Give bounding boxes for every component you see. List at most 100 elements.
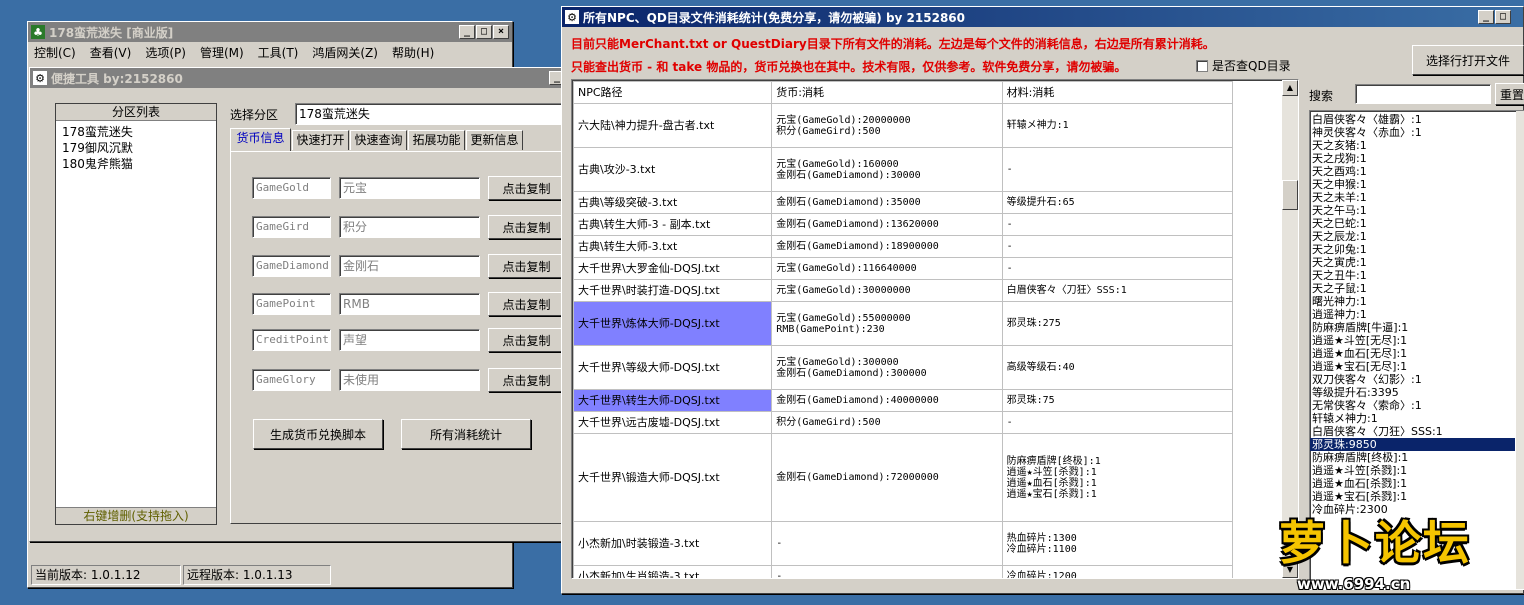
scroll-up-arrow[interactable]: ▲ (1282, 80, 1298, 96)
totals-item[interactable]: 防麻痹盾牌[牛逼]:1 (1310, 321, 1515, 334)
totals-item[interactable]: 天之寅虎:1 (1310, 256, 1515, 269)
totals-item[interactable]: 天之未羊:1 (1310, 191, 1515, 204)
partition-list[interactable]: 178蛮荒迷失 179御风沉默 180鬼斧熊猫 (56, 121, 216, 175)
close-button[interactable]: × (493, 25, 509, 39)
column-header-material[interactable]: 材料:消耗 (1001, 81, 1234, 104)
totals-item[interactable]: 曙光神力:1 (1310, 295, 1515, 308)
cell-path[interactable]: 大千世界\大罗金仙-DQSJ.txt (572, 257, 773, 280)
currency-name-field[interactable]: 金刚石 (339, 255, 480, 277)
table-scrollbar[interactable]: ▲ ▼ (1282, 80, 1298, 578)
search-input[interactable] (1355, 84, 1491, 104)
stats-window-titlebar[interactable]: ⚙ 所有NPC、QD目录文件消耗统计(免费分享，请勿被骗) by 2152860… (562, 7, 1523, 27)
table-row[interactable]: 大千世界\炼体大师-DQSJ.txt 元宝(GameGold):55000000 R… (572, 301, 1234, 346)
cell-path[interactable]: 古典\转生大师-3 - 副本.txt (572, 213, 773, 236)
menu-tools[interactable]: 工具(T) (258, 44, 299, 61)
tab-extend[interactable]: 拓展功能 (408, 130, 465, 150)
tab-quick-query[interactable]: 快速查询 (350, 130, 407, 150)
cell-path[interactable]: 大千世界\远古废墟-DQSJ.txt (572, 411, 773, 434)
totals-item[interactable]: 天之申猴:1 (1310, 178, 1515, 191)
totals-item[interactable]: 白眉侠客々〈雄霸〉:1 (1310, 113, 1515, 126)
cell-path[interactable]: 大千世界\转生大师-DQSJ.txt (572, 389, 773, 412)
totals-item[interactable]: 天之酉鸡:1 (1310, 165, 1515, 178)
table-row[interactable]: 大千世界\大罗金仙-DQSJ.txt 元宝(GameGold):116640000… (572, 257, 1234, 280)
tab-update[interactable]: 更新信息 (466, 130, 523, 150)
cell-path[interactable]: 古典\攻沙-3.txt (572, 147, 773, 192)
totals-item[interactable]: 天之辰龙:1 (1310, 230, 1515, 243)
column-header-path[interactable]: NPC路径 (572, 81, 773, 104)
table-row[interactable]: 古典\转生大师-3.txt 金刚石(GameDiamond):18900000 - (572, 235, 1234, 258)
totals-item[interactable]: 轩辕メ神力:1 (1310, 412, 1515, 425)
totals-item[interactable]: 白眉侠客々〈刀狂〉SSS:1 (1310, 425, 1515, 438)
menu-help[interactable]: 帮助(H) (392, 44, 434, 61)
table-row[interactable]: 大千世界\锻造大师-DQSJ.txt 金刚石(GameDiamond):72000… (572, 433, 1234, 522)
totals-item[interactable]: 双刀侠客々〈幻影〉:1 (1310, 373, 1515, 386)
cell-path[interactable]: 大千世界\等级大师-DQSJ.txt (572, 345, 773, 390)
tool-window-titlebar[interactable]: ⚙ 便捷工具 by:2152860 _ (30, 68, 568, 88)
totals-item[interactable]: 天之丑牛:1 (1310, 269, 1515, 282)
totals-item[interactable]: 天之子鼠:1 (1310, 282, 1515, 295)
currency-name-field[interactable]: 未使用 (339, 369, 480, 391)
scroll-thumb[interactable] (1282, 180, 1298, 210)
partition-item[interactable]: 178蛮荒迷失 (60, 124, 212, 140)
cell-path[interactable]: 小杰新加\时装锻造-3.txt (572, 521, 773, 566)
cell-path[interactable]: 六大陆\神力提升-盘古者.txt (572, 103, 773, 148)
totals-item[interactable]: 神灵侠客々〈赤血〉:1 (1310, 126, 1515, 139)
currency-code-field[interactable]: GameGlory (252, 369, 331, 391)
currency-name-field[interactable]: 积分 (339, 216, 480, 238)
menu-gateway[interactable]: 鸿盾网关(Z) (312, 44, 378, 61)
totals-item[interactable]: 逍遥★宝石[杀戮]:1 (1310, 490, 1515, 503)
copy-button[interactable]: 点击复制 (488, 328, 565, 352)
reset-button[interactable]: 重置 (1495, 83, 1524, 105)
table-row[interactable]: 六大陆\神力提升-盘古者.txt 元宝(GameGold):20000000 积分(… (572, 103, 1234, 148)
partition-item[interactable]: 179御风沉默 (60, 140, 212, 156)
qd-checkbox[interactable] (1196, 59, 1208, 72)
copy-button[interactable]: 点击复制 (488, 176, 565, 200)
menu-options[interactable]: 选项(P) (145, 44, 186, 61)
menu-view[interactable]: 查看(V) (90, 44, 132, 61)
tab-quick-open[interactable]: 快速打开 (292, 130, 349, 150)
cell-path[interactable]: 大千世界\锻造大师-DQSJ.txt (572, 433, 773, 522)
table-row[interactable]: 小杰新加\时装锻造-3.txt - 热血碎片:1300 冷血碎片:1100 (572, 521, 1234, 566)
totals-item[interactable]: 逍遥★斗笠[杀戮]:1 (1310, 464, 1515, 477)
table-row[interactable]: 古典\等级突破-3.txt 金刚石(GameDiamond):35000 等级提升石… (572, 191, 1234, 214)
currency-code-field[interactable]: GamePoint (252, 293, 331, 315)
totals-item[interactable]: 天之午马:1 (1310, 204, 1515, 217)
minimize-button[interactable]: _ (459, 25, 475, 39)
generate-script-button[interactable]: 生成货币兑换脚本 (253, 419, 383, 449)
menu-control[interactable]: 控制(C) (34, 44, 76, 61)
table-row[interactable]: 大千世界\时装打造-DQSJ.txt 元宝(GameGold):30000000 白… (572, 279, 1234, 302)
cell-path[interactable]: 大千世界\炼体大师-DQSJ.txt (572, 301, 773, 346)
totals-item[interactable]: 无常侠客々〈索命〉:1 (1310, 399, 1515, 412)
partition-select[interactable]: 178蛮荒迷失 (295, 103, 565, 125)
table-row[interactable]: 古典\攻沙-3.txt 元宝(GameGold):160000 金刚石(GameDi… (572, 147, 1234, 192)
cell-path[interactable]: 古典\等级突破-3.txt (572, 191, 773, 214)
all-stats-button[interactable]: 所有消耗统计 (401, 419, 531, 449)
stats-minimize-button[interactable]: _ (1478, 10, 1494, 24)
maximize-button[interactable]: □ (476, 25, 492, 39)
cell-path[interactable]: 古典\转生大师-3.txt (572, 235, 773, 258)
currency-name-field[interactable]: 元宝 (339, 177, 480, 199)
copy-button[interactable]: 点击复制 (488, 215, 565, 239)
partition-item[interactable]: 180鬼斧熊猫 (60, 156, 212, 172)
totals-item[interactable]: 逍遥★斗笠[无尽]:1 (1310, 334, 1515, 347)
totals-item[interactable]: 天之巳蛇:1 (1310, 217, 1515, 230)
cell-path[interactable]: 小杰新加\生肖锻造-3.txt (572, 565, 773, 578)
copy-button[interactable]: 点击复制 (488, 368, 565, 392)
totals-item[interactable]: 防麻痹盾牌[终极]:1 (1310, 451, 1515, 464)
table-row[interactable]: 大千世界\等级大师-DQSJ.txt 元宝(GameGold):300000 金刚石… (572, 345, 1234, 390)
stats-maximize-button[interactable]: □ (1495, 10, 1511, 24)
qd-checkbox-group[interactable]: 是否查QD目录 (1196, 57, 1291, 74)
copy-button[interactable]: 点击复制 (488, 254, 565, 278)
table-row[interactable]: 小杰新加\生肖锻造-3.txt - 冷血碎片:1200 (572, 565, 1234, 578)
copy-button[interactable]: 点击复制 (488, 292, 565, 316)
totals-item[interactable]: 天之卯兔:1 (1310, 243, 1515, 256)
currency-name-field[interactable]: RMB (339, 293, 480, 315)
currency-code-field[interactable]: CreditPoint (252, 329, 331, 351)
open-file-button[interactable]: 选择行打开文件 (1412, 45, 1524, 75)
totals-item[interactable]: 天之戌狗:1 (1310, 152, 1515, 165)
currency-code-field[interactable]: GameGold (252, 177, 331, 199)
totals-item[interactable]: 等级提升石:3395 (1310, 386, 1515, 399)
totals-item[interactable]: 逍遥★血石[杀戮]:1 (1310, 477, 1515, 490)
currency-code-field[interactable]: GameGird (252, 216, 331, 238)
table-row[interactable]: 古典\转生大师-3 - 副本.txt 金刚石(GameDiamond):13620… (572, 213, 1234, 236)
